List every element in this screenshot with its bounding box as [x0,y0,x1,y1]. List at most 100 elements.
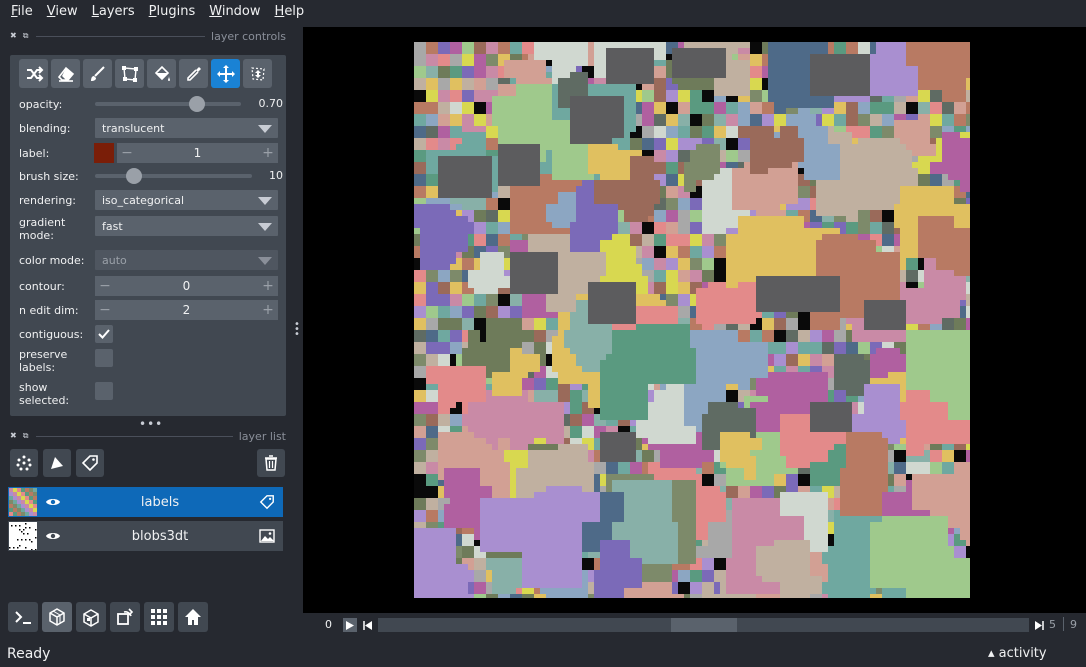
label-pixel [666,234,678,246]
new-labels-layer-button[interactable] [76,449,104,477]
label-blob [810,54,870,96]
increment-icon[interactable]: + [258,302,278,318]
chevron-down-icon [258,223,272,231]
menu-layers[interactable]: Layers [85,0,142,24]
brush-size-slider[interactable] [95,168,252,184]
shuffle-colors-button[interactable] [19,59,48,88]
float-dock-icon[interactable]: ⧉ [23,431,29,441]
label-pixel [786,342,798,354]
decrement-icon[interactable]: − [95,302,115,318]
show-selected-row: show selected: [19,381,279,407]
show-selected-checkbox[interactable] [95,382,113,400]
menu-file[interactable]: File [4,0,40,24]
layer-item-labels[interactable]: labels [8,487,283,517]
label-spinbox[interactable]: − 1 + [117,143,278,163]
n-edit-dim-spinbox[interactable]: − 2 + [95,300,278,320]
paintbrush-icon [90,65,105,81]
label-pixel [474,222,486,234]
label-blob [426,366,468,384]
menu-view[interactable]: View [40,0,85,24]
dims-slider-handle[interactable] [670,618,737,632]
blending-dropdown[interactable]: translucent [95,118,278,138]
label-pixel [426,42,438,54]
label-pixel [462,66,474,78]
gradient-mode-dropdown[interactable]: fast [95,216,278,236]
label-blob [696,360,720,390]
step-forward-button[interactable] [1032,618,1046,632]
label-value[interactable]: 1 [137,146,258,160]
menu-plugins[interactable]: Plugins [142,0,203,24]
label-pixel [750,54,762,66]
dock-splitter-handle[interactable]: • • • [294,320,300,340]
contour-value[interactable]: 0 [115,279,258,293]
layer-name[interactable]: blobs3dt [65,529,255,544]
transform-button[interactable] [243,59,272,88]
activity-button[interactable]: ▴ activity [988,646,1047,661]
label-pixel [678,282,690,294]
play-button[interactable] [343,618,357,632]
erase-button[interactable] [51,59,80,88]
thumbnail-pixel [21,496,25,500]
label-pixel [714,102,726,114]
label-pixel [702,90,714,102]
thumbnail-pixel [29,492,33,496]
label-pixel [426,390,438,402]
new-shapes-layer-button[interactable] [43,449,71,477]
label-pixel [546,390,558,402]
move-icon [216,64,235,83]
transpose-button[interactable] [110,602,140,632]
dims-slider-track[interactable] [378,618,1029,632]
close-dock-icon[interactable]: ✖ [10,431,17,441]
step-back-button[interactable] [361,618,375,632]
canvas[interactable] [303,27,1086,613]
visibility-toggle[interactable] [41,496,65,508]
label-pixel [702,474,714,486]
label-pixel [510,306,522,318]
float-dock-icon[interactable]: ⧉ [23,31,29,41]
n-edit-dim-value[interactable]: 2 [115,303,258,317]
menu-window[interactable]: Window [202,0,267,24]
label-pixel [414,78,426,90]
layer-buttons [10,449,104,477]
close-dock-icon[interactable]: ✖ [10,31,17,41]
thumbnail-pixel [33,496,37,500]
preserve-labels-checkbox[interactable] [95,349,113,367]
label-color-swatch[interactable] [94,143,114,163]
blobs-thumbnail-render [9,523,37,551]
opacity-slider-handle[interactable] [189,96,206,112]
ndisplay-button[interactable] [42,602,72,632]
layer-item-blobs3dt[interactable]: blobs3dt [8,521,283,551]
increment-icon[interactable]: + [258,278,278,294]
decrement-icon[interactable]: − [117,145,137,161]
pick-button[interactable] [179,59,208,88]
increment-icon[interactable]: + [258,145,278,161]
paint-button[interactable] [83,59,112,88]
labels-image[interactable] [414,42,970,598]
label-pixel [690,126,702,138]
layer-name[interactable]: labels [65,495,255,510]
fill-button[interactable] [147,59,176,88]
delete-layer-button[interactable] [257,449,285,477]
label-pixel [870,222,882,234]
rendering-dropdown[interactable]: iso_categorical [95,190,278,210]
visibility-toggle[interactable] [41,530,65,542]
brush-size-slider-handle[interactable] [126,168,143,184]
dims-current-value[interactable]: 5 [1049,618,1056,631]
label-pixel [450,342,462,354]
dim-axis-index[interactable]: 0 [325,618,332,631]
label-blob [900,120,924,144]
polygon-button[interactable] [115,59,144,88]
menu-help[interactable]: Help [268,0,312,24]
thumbnail-pixel [29,496,33,500]
contour-spinbox[interactable]: − 0 + [95,276,278,296]
opacity-slider[interactable] [95,96,241,112]
home-button[interactable] [178,602,208,632]
pan-zoom-button[interactable] [211,59,240,88]
label-blob [480,252,504,270]
contiguous-checkbox[interactable] [95,325,113,343]
grid-view-button[interactable] [144,602,174,632]
roll-dims-button[interactable] [76,602,106,632]
new-points-layer-button[interactable] [10,449,38,477]
console-button[interactable] [8,602,38,632]
decrement-icon[interactable]: − [95,278,115,294]
